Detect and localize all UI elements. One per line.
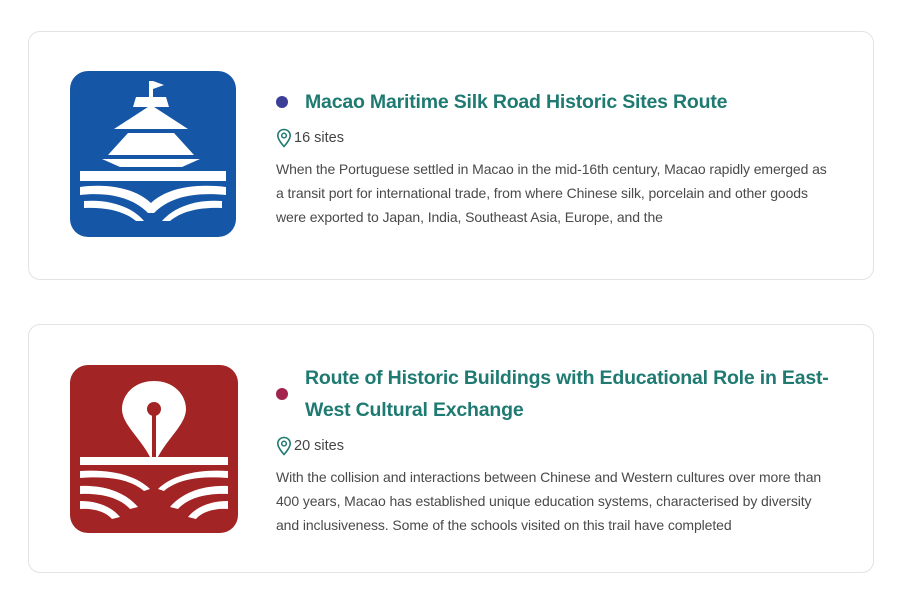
site-count-label: 20 sites	[294, 438, 344, 454]
pen-book-icon	[70, 365, 238, 533]
route-content: Route of Historic Buildings with Educati…	[276, 362, 837, 537]
location-pin-icon	[276, 436, 292, 456]
route-card[interactable]: Macao Maritime Silk Road Historic Sites …	[28, 31, 874, 280]
bullet-dot-icon	[276, 388, 288, 400]
route-description: When the Portuguese settled in Macao in …	[276, 161, 827, 225]
site-count-label: 16 sites	[294, 130, 344, 146]
site-count: 16 sites	[276, 127, 837, 149]
title-row: Route of Historic Buildings with Educati…	[276, 362, 837, 426]
route-content: Macao Maritime Silk Road Historic Sites …	[276, 86, 837, 229]
route-card[interactable]: Route of Historic Buildings with Educati…	[28, 324, 874, 573]
site-count: 20 sites	[276, 435, 837, 457]
location-pin-icon	[276, 128, 292, 148]
bullet-dot-icon	[276, 96, 288, 108]
route-list: Macao Maritime Silk Road Historic Sites …	[0, 0, 907, 605]
ship-book-icon	[70, 71, 236, 237]
title-row: Macao Maritime Silk Road Historic Sites …	[276, 86, 837, 118]
route-title-link[interactable]: Route of Historic Buildings with Educati…	[305, 362, 837, 426]
route-description: With the collision and interactions betw…	[276, 469, 822, 533]
route-title-link[interactable]: Macao Maritime Silk Road Historic Sites …	[305, 86, 727, 118]
